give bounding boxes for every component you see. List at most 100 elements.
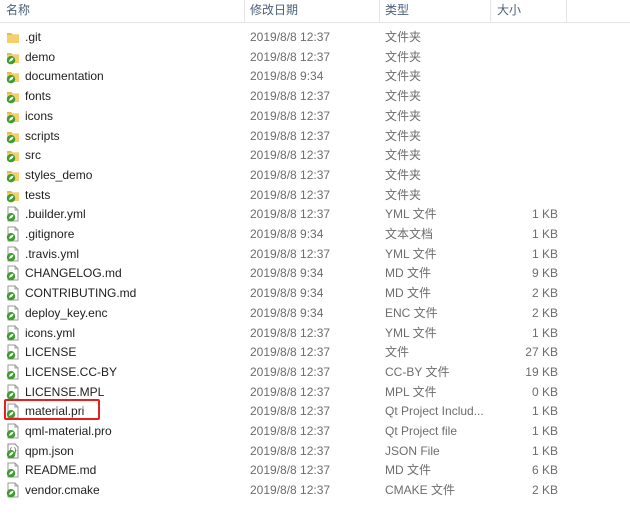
file-type: JSON File (385, 443, 440, 458)
file-size: 1 KB (531, 325, 558, 340)
file-name: icons (25, 108, 54, 123)
file-row[interactable]: LICENSE.CC-BY 2019/8/8 12:37 CC-BY 文件 19 KB (0, 363, 630, 382)
file-name: deploy_key.enc (25, 305, 108, 320)
json-file-sync-icon: {} (6, 443, 20, 459)
file-row[interactable]: documentation 2019/8/8 9:34 文件夹 (0, 67, 630, 86)
file-date: 2019/8/8 12:37 (250, 148, 331, 163)
folder-sync-icon (6, 128, 20, 144)
folder-sync-icon (6, 88, 20, 104)
folder-sync-icon (6, 167, 20, 183)
file-row[interactable]: qml-material.pro 2019/8/8 12:37 Qt Project… (0, 422, 630, 441)
file-type: 文件夹 (385, 167, 422, 182)
file-name: LICENSE (25, 345, 77, 360)
column-divider[interactable] (379, 0, 380, 22)
folder-sync-icon (6, 187, 20, 203)
column-divider[interactable] (244, 0, 245, 22)
file-row[interactable]: tests 2019/8/8 12:37 文件夹 (0, 186, 630, 205)
file-sync-icon (6, 265, 20, 281)
column-type-header[interactable]: 类型 (385, 0, 409, 22)
column-size-header[interactable]: 大小 (497, 0, 521, 22)
file-sync-icon (6, 403, 20, 419)
file-row[interactable]: .git 2019/8/8 12:37 文件夹 (0, 28, 630, 47)
file-sync-icon (6, 206, 20, 222)
column-divider[interactable] (490, 0, 491, 22)
file-name: tests (25, 187, 51, 202)
file-row[interactable]: LICENSE.MPL 2019/8/8 12:37 MPL 文件 0 KB (0, 383, 630, 402)
file-row[interactable]: icons 2019/8/8 12:37 文件夹 (0, 107, 630, 126)
file-name: icons.yml (25, 325, 76, 340)
file-name: CHANGELOG.md (25, 266, 122, 281)
file-row[interactable]: .travis.yml 2019/8/8 12:37 YML 文件 1 KB (0, 245, 630, 264)
file-date: 2019/8/8 9:34 (250, 266, 324, 281)
file-name: material.pri (25, 404, 85, 419)
file-name: .gitignore (25, 227, 75, 241)
folder-sync-icon (6, 108, 20, 124)
file-type: YML 文件 (385, 246, 437, 261)
file-size: 1 KB (531, 443, 558, 458)
file-size: 9 KB (531, 266, 558, 281)
file-row[interactable]: .builder.yml 2019/8/8 12:37 YML 文件 1 KB (0, 205, 630, 224)
file-date: 2019/8/8 9:34 (250, 227, 324, 241)
file-size: 27 KB (525, 345, 558, 360)
file-row[interactable]: icons.yml 2019/8/8 12:37 YML 文件 1 KB (0, 324, 630, 343)
file-date: 2019/8/8 12:37 (250, 49, 331, 64)
file-row[interactable]: CHANGELOG.md 2019/8/8 9:34 MD 文件 9 KB (0, 264, 630, 283)
file-sync-icon (6, 364, 20, 380)
file-name: fonts (25, 89, 52, 104)
file-row[interactable]: vendor.cmake 2019/8/8 12:37 CMAKE 文件 2 KB (0, 481, 630, 500)
file-name: demo (25, 49, 56, 64)
file-row[interactable]: scripts 2019/8/8 12:37 文件夹 (0, 127, 630, 146)
file-sync-icon (6, 325, 20, 341)
file-name: styles_demo (25, 167, 93, 182)
file-name: README.md (25, 463, 97, 478)
file-date: 2019/8/8 9:34 (250, 286, 324, 301)
column-name-header[interactable]: 名称 (6, 0, 30, 22)
file-date: 2019/8/8 12:37 (250, 187, 331, 202)
file-type: 文件 (385, 345, 410, 360)
file-date: 2019/8/8 12:37 (250, 424, 331, 438)
file-name: documentation (25, 69, 104, 84)
file-row[interactable]: styles_demo 2019/8/8 12:37 文件夹 (0, 166, 630, 185)
file-date: 2019/8/8 12:37 (250, 89, 331, 104)
file-type: 文件夹 (385, 128, 422, 143)
file-name: vendor.cmake (25, 483, 100, 498)
file-row[interactable]: CONTRIBUTING.md 2019/8/8 9:34 MD 文件 2 KB (0, 284, 630, 303)
file-date: 2019/8/8 12:37 (250, 207, 331, 222)
file-size: 1 KB (531, 424, 558, 438)
file-type: 文件夹 (385, 108, 422, 123)
file-row[interactable]: fonts 2019/8/8 12:37 文件夹 (0, 87, 630, 106)
file-row[interactable]: LICENSE 2019/8/8 12:37 文件 27 KB (0, 343, 630, 362)
file-row[interactable]: demo 2019/8/8 12:37 文件夹 (0, 48, 630, 67)
file-size: 6 KB (531, 463, 558, 478)
file-sync-icon (6, 305, 20, 321)
file-type: YML 文件 (385, 325, 437, 340)
file-row[interactable]: deploy_key.enc 2019/8/8 9:34 ENC 文件 2 KB (0, 304, 630, 323)
file-size: 2 KB (531, 483, 558, 498)
file-type: MD 文件 (385, 463, 431, 478)
file-date: 2019/8/8 12:37 (250, 443, 331, 458)
file-type: ENC 文件 (385, 305, 438, 320)
file-date: 2019/8/8 12:37 (250, 30, 331, 44)
file-row[interactable]: .gitignore 2019/8/8 9:34 文本文档 1 KB (0, 225, 630, 244)
file-date: 2019/8/8 12:37 (250, 128, 331, 143)
file-type: CMAKE 文件 (385, 483, 456, 498)
file-sync-icon (6, 384, 20, 400)
file-type: YML 文件 (385, 207, 437, 222)
file-row[interactable]: {} qpm.json 2019/8/8 12:37 JSON File 1 KB (0, 442, 630, 461)
column-date-header[interactable]: 修改日期 (250, 0, 298, 22)
file-name: LICENSE.MPL (25, 384, 105, 399)
file-size: 0 KB (531, 384, 558, 399)
folder-sync-icon (6, 68, 20, 84)
file-type: 文件夹 (385, 187, 422, 202)
column-divider[interactable] (566, 0, 567, 22)
file-sync-icon (6, 482, 20, 498)
file-row[interactable]: README.md 2019/8/8 12:37 MD 文件 6 KB (0, 461, 630, 480)
file-type: MPL 文件 (385, 384, 437, 399)
file-row[interactable]: material.pri 2019/8/8 12:37 Qt Project Inc… (0, 402, 630, 421)
file-date: 2019/8/8 12:37 (250, 404, 331, 419)
file-sync-icon (6, 226, 20, 242)
file-name: LICENSE.CC-BY (25, 364, 118, 379)
file-type: 文件夹 (385, 30, 422, 44)
file-date: 2019/8/8 12:37 (250, 108, 331, 123)
file-row[interactable]: src 2019/8/8 12:37 文件夹 (0, 146, 630, 165)
